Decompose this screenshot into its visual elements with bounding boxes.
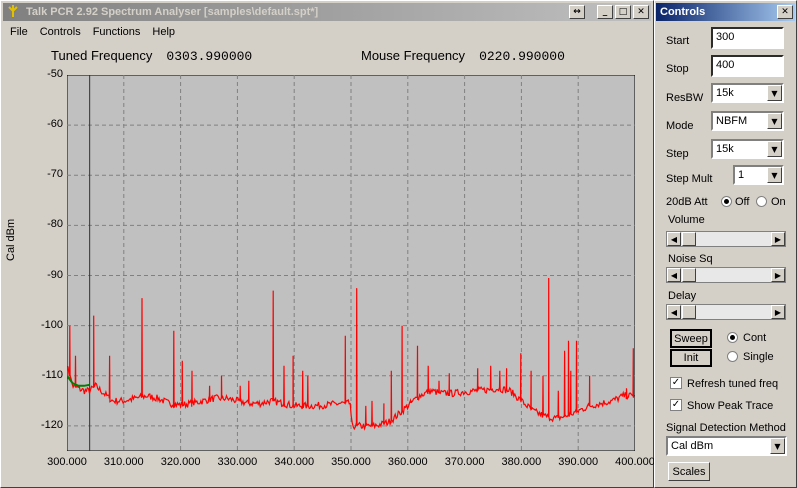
menu-bar: File Controls Functions Help — [3, 23, 651, 41]
noise-sq-thumb[interactable] — [682, 268, 696, 282]
x-tick-label: 360.000 — [387, 456, 428, 468]
init-button[interactable]: Init — [670, 349, 712, 367]
stepmult-value: 1 — [738, 169, 745, 181]
mouse-frequency-readout: Mouse Frequency 0220.990000 — [361, 48, 565, 64]
att-off-label: Off — [735, 196, 750, 208]
arrow-right-icon[interactable]: ▶ — [771, 268, 785, 282]
x-tick-label: 370.000 — [444, 456, 485, 468]
y-tick-label: -50 — [47, 68, 63, 80]
single-radio[interactable] — [727, 351, 738, 362]
mode-select[interactable]: NBFM ▼ — [711, 111, 784, 131]
single-label: Single — [743, 351, 774, 363]
x-tick-label: 320.000 — [160, 456, 201, 468]
controls-titlebar[interactable]: Controls ✕ — [656, 3, 795, 21]
main-window-title: Talk PCR 2.92 Spectrum Analyser [samples… — [26, 6, 319, 18]
chevron-down-icon[interactable]: ▼ — [770, 438, 785, 454]
peak-trace-checkbox[interactable]: ✓ — [670, 399, 682, 411]
att-off-radio[interactable] — [721, 196, 732, 207]
stop-label: Stop — [666, 63, 689, 75]
y-tick-label: -120 — [40, 418, 63, 431]
y-tick-label: -110 — [41, 368, 63, 381]
stepmult-select[interactable]: 1 ▼ — [733, 165, 784, 185]
arrow-left-icon[interactable]: ◀ — [667, 268, 681, 282]
delay-slider[interactable]: ◀ ▶ — [666, 304, 786, 320]
tuned-frequency-readout: Tuned Frequency 0303.990000 — [51, 48, 252, 64]
mode-value: NBFM — [716, 115, 748, 127]
refresh-label: Refresh tuned freq — [687, 378, 779, 390]
noise-sq-label: Noise Sq — [668, 253, 713, 265]
volume-thumb[interactable] — [682, 232, 696, 246]
peak-trace-label: Show Peak Trace — [687, 400, 774, 412]
chevron-down-icon[interactable]: ▼ — [767, 113, 782, 129]
mouse-frequency-label: Mouse Frequency — [361, 48, 466, 63]
att-on-radio[interactable] — [756, 196, 767, 207]
cont-radio[interactable] — [727, 332, 738, 343]
sweep-button[interactable]: Sweep — [670, 329, 712, 348]
menu-controls[interactable]: Controls — [33, 26, 86, 38]
delay-label: Delay — [668, 290, 697, 302]
y-tick-label: -70 — [47, 168, 63, 181]
app-icon — [6, 4, 22, 21]
y-axis-label: Cal dBm — [5, 218, 17, 261]
maximize-button[interactable]: □ — [615, 5, 631, 19]
y-tick-label: -100 — [40, 318, 63, 331]
spectrum-analyser-window: Talk PCR 2.92 Spectrum Analyser [samples… — [0, 0, 655, 488]
minimize-button[interactable]: _ — [597, 5, 613, 19]
x-tick-label: 340.000 — [274, 456, 315, 468]
x-tick-label: 310.000 — [103, 456, 144, 468]
cont-label: Cont — [743, 332, 767, 344]
start-label: Start — [666, 35, 690, 47]
mode-label: Mode — [666, 120, 694, 132]
volume-slider[interactable]: ◀ ▶ — [666, 231, 786, 247]
y-tick-label: -60 — [47, 118, 63, 131]
volume-label: Volume — [668, 214, 705, 226]
arrow-left-icon[interactable]: ◀ — [667, 305, 681, 319]
signal-detection-label: Signal Detection Method — [666, 422, 786, 434]
x-tick-label: 330.000 — [217, 456, 258, 468]
restore-arrows-icon[interactable]: ↔ — [569, 5, 585, 19]
arrow-left-icon[interactable]: ◀ — [667, 232, 681, 246]
scales-button[interactable]: Scales — [668, 462, 710, 481]
menu-file[interactable]: File — [3, 26, 33, 38]
chevron-down-icon[interactable]: ▼ — [767, 85, 782, 101]
refresh-checkbox[interactable]: ✓ — [670, 377, 682, 389]
x-tick-label: 350.000 — [331, 456, 371, 468]
y-tick-label: -80 — [47, 218, 63, 231]
signal-detection-value: Cal dBm — [671, 440, 714, 452]
step-select[interactable]: 15k ▼ — [711, 139, 784, 159]
controls-close-button[interactable]: ✕ — [777, 5, 793, 19]
resbw-select[interactable]: 15k ▼ — [711, 83, 784, 103]
arrow-right-icon[interactable]: ▶ — [771, 232, 785, 246]
resbw-value: 15k — [716, 87, 734, 99]
spectrum-plot[interactable] — [67, 75, 635, 451]
arrow-right-icon[interactable]: ▶ — [771, 305, 785, 319]
resbw-label: ResBW — [666, 92, 704, 104]
controls-title: Controls — [660, 6, 706, 18]
tuned-frequency-value: 0303.990000 — [166, 49, 253, 64]
x-tick-label: 300.000 — [47, 456, 87, 468]
y-tick-label: -90 — [47, 268, 63, 281]
delay-thumb[interactable] — [682, 305, 696, 319]
x-tick-label: 380.000 — [501, 456, 542, 468]
stepmult-label: Step Mult — [666, 173, 713, 185]
x-tick-label: 390.000 — [558, 456, 599, 468]
menu-help[interactable]: Help — [145, 26, 180, 38]
chevron-down-icon[interactable]: ▼ — [767, 167, 782, 183]
att-label: 20dB Att — [666, 196, 708, 208]
signal-detection-select[interactable]: Cal dBm ▼ — [666, 436, 787, 456]
main-titlebar[interactable]: Talk PCR 2.92 Spectrum Analyser [samples… — [3, 3, 651, 21]
noise-sq-slider[interactable]: ◀ ▶ — [666, 267, 786, 283]
tuned-frequency-label: Tuned Frequency — [51, 48, 153, 63]
start-input[interactable]: 300 — [711, 27, 784, 49]
controls-window: Controls ✕ Start 300 Stop 400 ResBW 15k … — [654, 0, 797, 488]
stop-input[interactable]: 400 — [711, 55, 784, 77]
att-on-label: On — [771, 196, 786, 208]
step-label: Step — [666, 148, 689, 160]
mouse-frequency-value: 0220.990000 — [479, 49, 565, 64]
chevron-down-icon[interactable]: ▼ — [767, 141, 782, 157]
close-button[interactable]: ✕ — [633, 5, 649, 19]
menu-functions[interactable]: Functions — [86, 26, 146, 38]
step-value: 15k — [716, 143, 734, 155]
